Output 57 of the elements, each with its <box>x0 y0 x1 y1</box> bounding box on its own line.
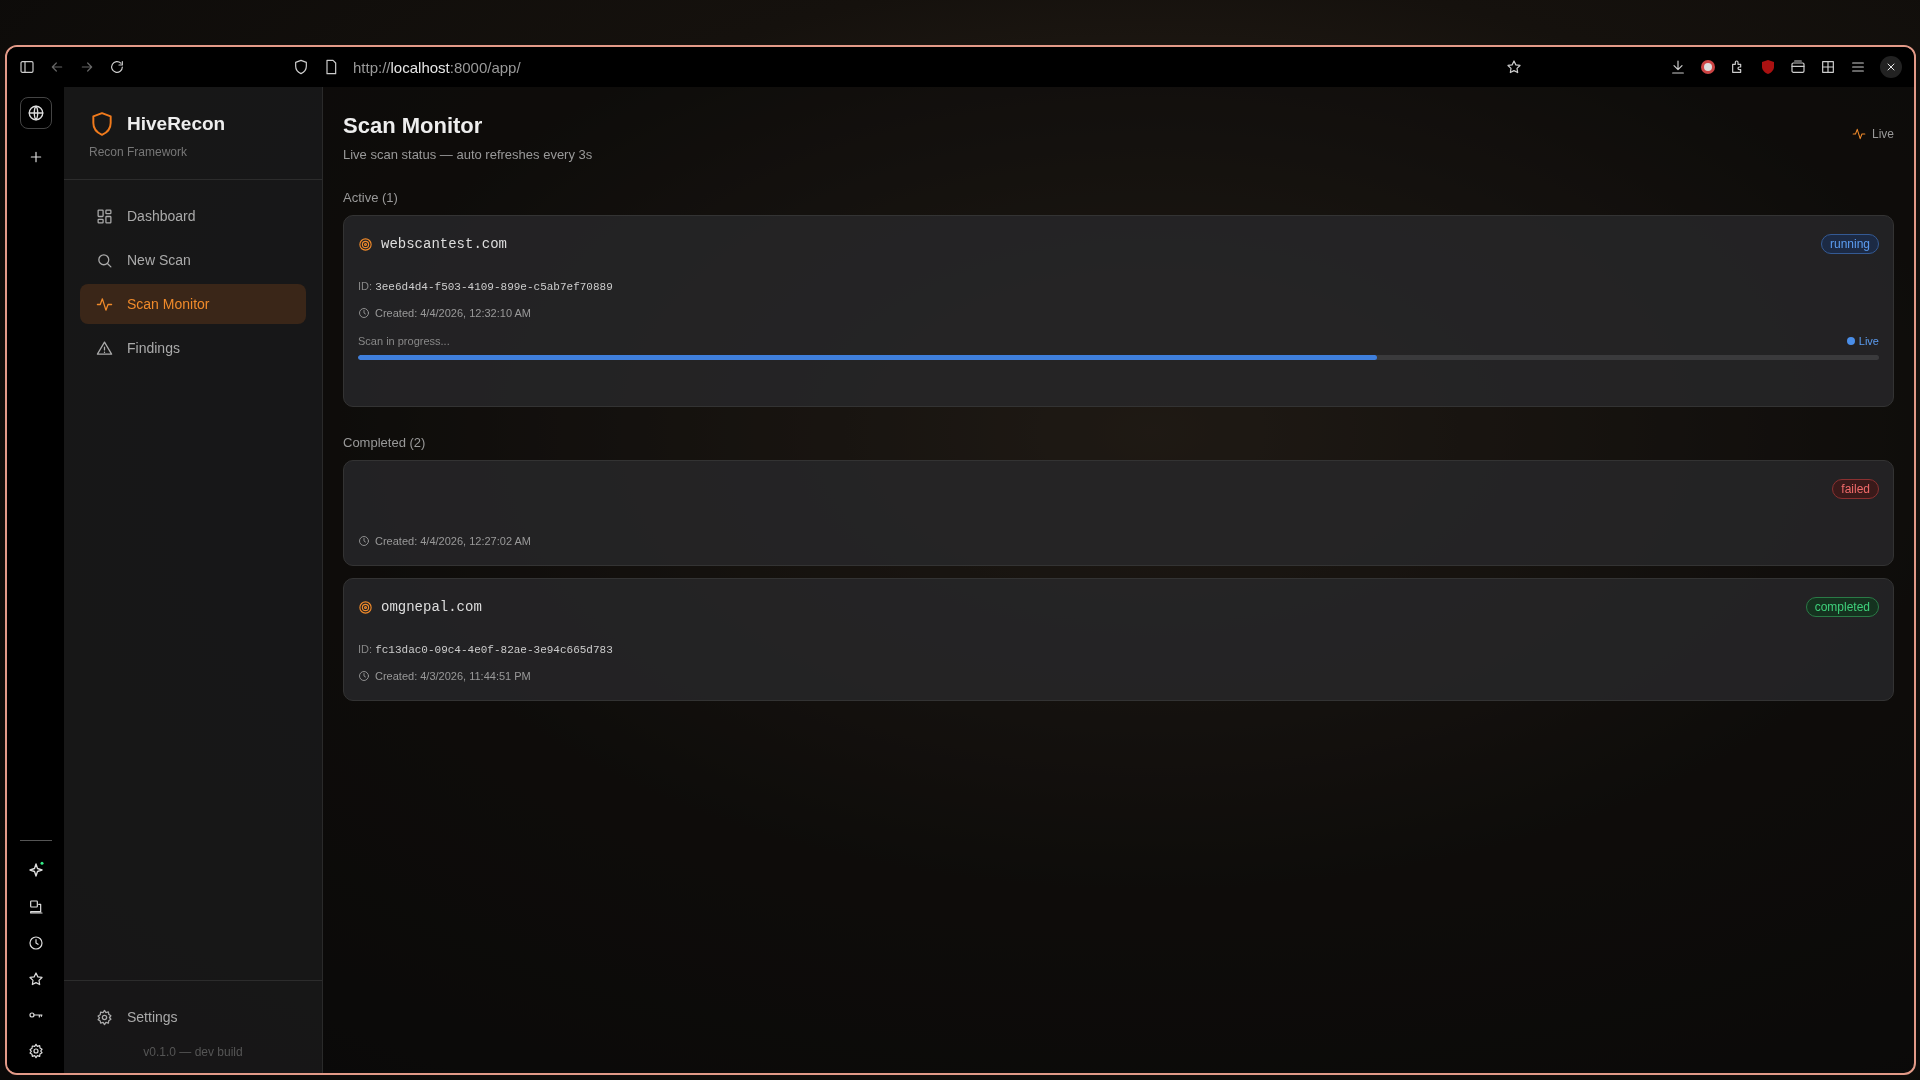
grid-icon <box>96 207 113 225</box>
scan-id: ID: fc13dac0-09c4-4e0f-82ae-3e94c665d783 <box>358 643 614 656</box>
extension-icon[interactable] <box>1700 59 1716 75</box>
settings-icon[interactable] <box>27 1043 44 1059</box>
clock-icon <box>358 670 370 682</box>
clock-icon <box>358 535 370 547</box>
nav-item[interactable]: Scan Monitor <box>80 284 306 324</box>
brand-tagline: Recon Framework <box>89 145 189 159</box>
star-icon[interactable] <box>27 971 44 987</box>
settings-item[interactable]: Settings <box>80 997 306 1037</box>
section-heading: Completed (2) <box>343 435 427 450</box>
status-badge: failed <box>1832 479 1879 499</box>
history-icon[interactable] <box>27 935 44 951</box>
devices-icon[interactable] <box>27 899 44 915</box>
menu-icon[interactable] <box>1850 59 1866 75</box>
close-icon <box>1885 61 1897 73</box>
section-heading: Active (1) <box>343 190 399 205</box>
nav-item[interactable]: New Scan <box>80 240 306 280</box>
bookmark-star-icon[interactable] <box>1506 59 1522 75</box>
window-icon[interactable] <box>1820 59 1836 75</box>
status-badge: completed <box>1805 597 1879 617</box>
page-icon[interactable] <box>323 59 339 75</box>
page-subtitle: Live scan status — auto refreshes every 3s <box>343 147 593 162</box>
live-dot-icon <box>1846 337 1855 345</box>
nav-item[interactable]: Dashboard <box>80 196 306 236</box>
shield-logo-icon <box>89 111 115 137</box>
sidebar-toggle-icon[interactable] <box>19 59 35 75</box>
shield-icon[interactable] <box>293 59 309 75</box>
settings-icon <box>96 1008 113 1026</box>
search-icon <box>96 251 113 269</box>
live-label: Live <box>1872 127 1894 141</box>
version-label: v0.1.0 — dev build <box>142 1045 244 1059</box>
scan-target: omgnepal.com <box>381 599 482 615</box>
download-icon[interactable] <box>1670 59 1686 75</box>
target-icon <box>358 599 373 615</box>
globe-icon[interactable] <box>19 97 52 129</box>
scan-id: ID: 3ee6d4d4-f503-4109-899e-c5ab7ef70889 <box>358 280 614 293</box>
created-time: Created: 4/4/2026, 12:32:10 AM <box>375 307 531 319</box>
progress-label: Scan in progress... <box>358 335 450 347</box>
warning-icon <box>96 339 113 357</box>
page-title: Scan Monitor <box>343 113 484 139</box>
brand-name: HiveRecon <box>127 113 226 135</box>
shield-extension-icon[interactable] <box>1760 59 1776 75</box>
close-button[interactable] <box>1880 56 1902 78</box>
tabs-icon[interactable] <box>1790 59 1806 75</box>
live-label: Live <box>1858 335 1879 347</box>
target-icon <box>358 236 373 252</box>
nav-item[interactable]: Findings <box>80 328 306 368</box>
url-field[interactable]: http://localhost:8000/app/ <box>353 58 521 76</box>
pulse-icon <box>1852 127 1866 141</box>
created-time: Created: 4/4/2026, 12:27:02 AM <box>375 535 531 547</box>
reload-icon[interactable] <box>109 59 125 75</box>
pulse-icon <box>96 295 113 313</box>
created-time: Created: 4/3/2026, 11:44:51 PM <box>375 670 531 682</box>
status-badge: running <box>1820 234 1879 254</box>
clock-icon <box>358 307 370 319</box>
scan-target: webscantest.com <box>381 236 508 252</box>
